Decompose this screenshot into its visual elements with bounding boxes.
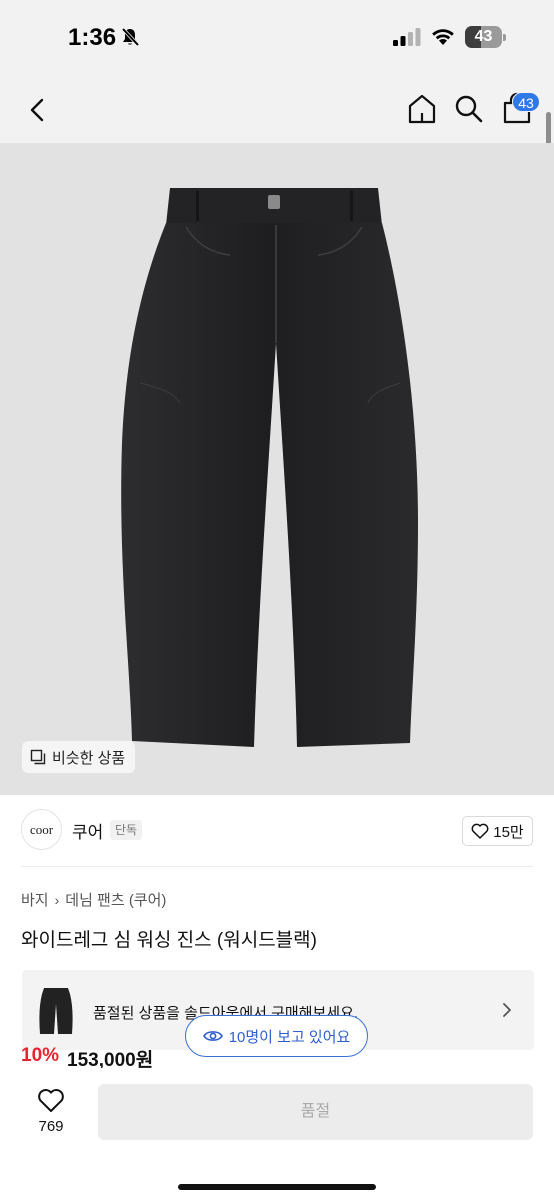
chevron-right-icon: ›: [54, 891, 60, 908]
status-time: 1:36: [68, 24, 117, 51]
battery-cap: [503, 34, 506, 41]
wishlist-count: 769: [38, 1118, 64, 1135]
soldout-product-thumbnail: [36, 986, 76, 1036]
soldout-purchase-button[interactable]: 품절: [98, 1084, 533, 1140]
battery-indicator: 43: [465, 26, 507, 48]
brand-like-button[interactable]: 15만: [462, 816, 533, 846]
viewers-count-pill: 10명이 보고 있어요: [185, 1015, 368, 1057]
brand-row: coor 쿠어 단독 15만: [0, 800, 554, 862]
exclusive-badge: 단독: [110, 820, 143, 840]
product-page: 1:36 43 43 비슷한 상품 coor 쿠어 단독 15만 바지 › 데님…: [0, 0, 554, 1200]
viewers-count-text: 10명이 보고 있어요: [228, 1028, 351, 1046]
cellular-signal-icon: [393, 28, 421, 46]
chevron-right-icon: [503, 1003, 511, 1017]
similar-items-icon: [30, 749, 46, 765]
cart-count-badge: 43: [512, 92, 540, 112]
wifi-icon: [432, 29, 454, 45]
bottom-action-bar: 769 품절: [0, 1068, 554, 1200]
brand-logo-text: coor: [29, 821, 54, 837]
search-icon[interactable]: [453, 93, 485, 125]
status-bar: 1:36 43: [0, 0, 554, 78]
home-icon[interactable]: [406, 92, 438, 126]
back-arrow-icon[interactable]: [24, 94, 52, 126]
brand-logo[interactable]: coor: [21, 809, 62, 850]
similar-products-button[interactable]: 비슷한 상품: [22, 741, 136, 773]
brand-name[interactable]: 쿠어: [72, 818, 103, 843]
product-title: 와이드레그 심 워싱 진스 (워시드블랙): [21, 930, 317, 951]
wishlist-button[interactable]: 769: [22, 1084, 80, 1140]
jeans-photo: [121, 188, 419, 747]
breadcrumb-subcategory[interactable]: 데님 팬츠 (쿠어): [65, 889, 166, 910]
breadcrumb-category[interactable]: 바지: [21, 889, 49, 910]
eye-icon: [202, 1031, 223, 1041]
bell-muted-icon: [121, 27, 140, 47]
brand-like-count: 15만: [493, 823, 524, 841]
battery-percent: 43: [474, 28, 493, 45]
heart-icon: [38, 1089, 64, 1112]
home-indicator: [178, 1184, 376, 1190]
breadcrumb: 바지 › 데님 팬츠 (쿠어): [21, 889, 166, 910]
heart-icon: [471, 823, 489, 839]
top-nav-bar: [0, 78, 554, 143]
product-image[interactable]: [0, 143, 554, 795]
divider: [21, 866, 533, 867]
similar-products-label: 비슷한 상품: [52, 749, 126, 767]
